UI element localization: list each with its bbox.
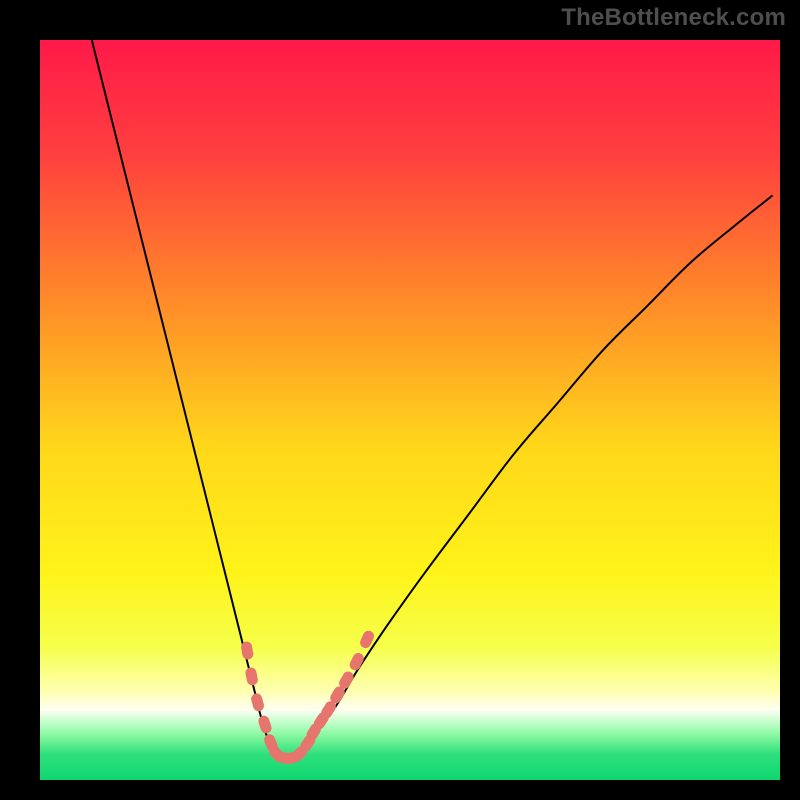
- watermark-text: TheBottleneck.com: [561, 4, 786, 32]
- gradient-background: [40, 40, 780, 780]
- chart-frame: TheBottleneck.com: [0, 0, 800, 800]
- plot-area: [40, 40, 780, 780]
- plot-svg: [40, 40, 780, 780]
